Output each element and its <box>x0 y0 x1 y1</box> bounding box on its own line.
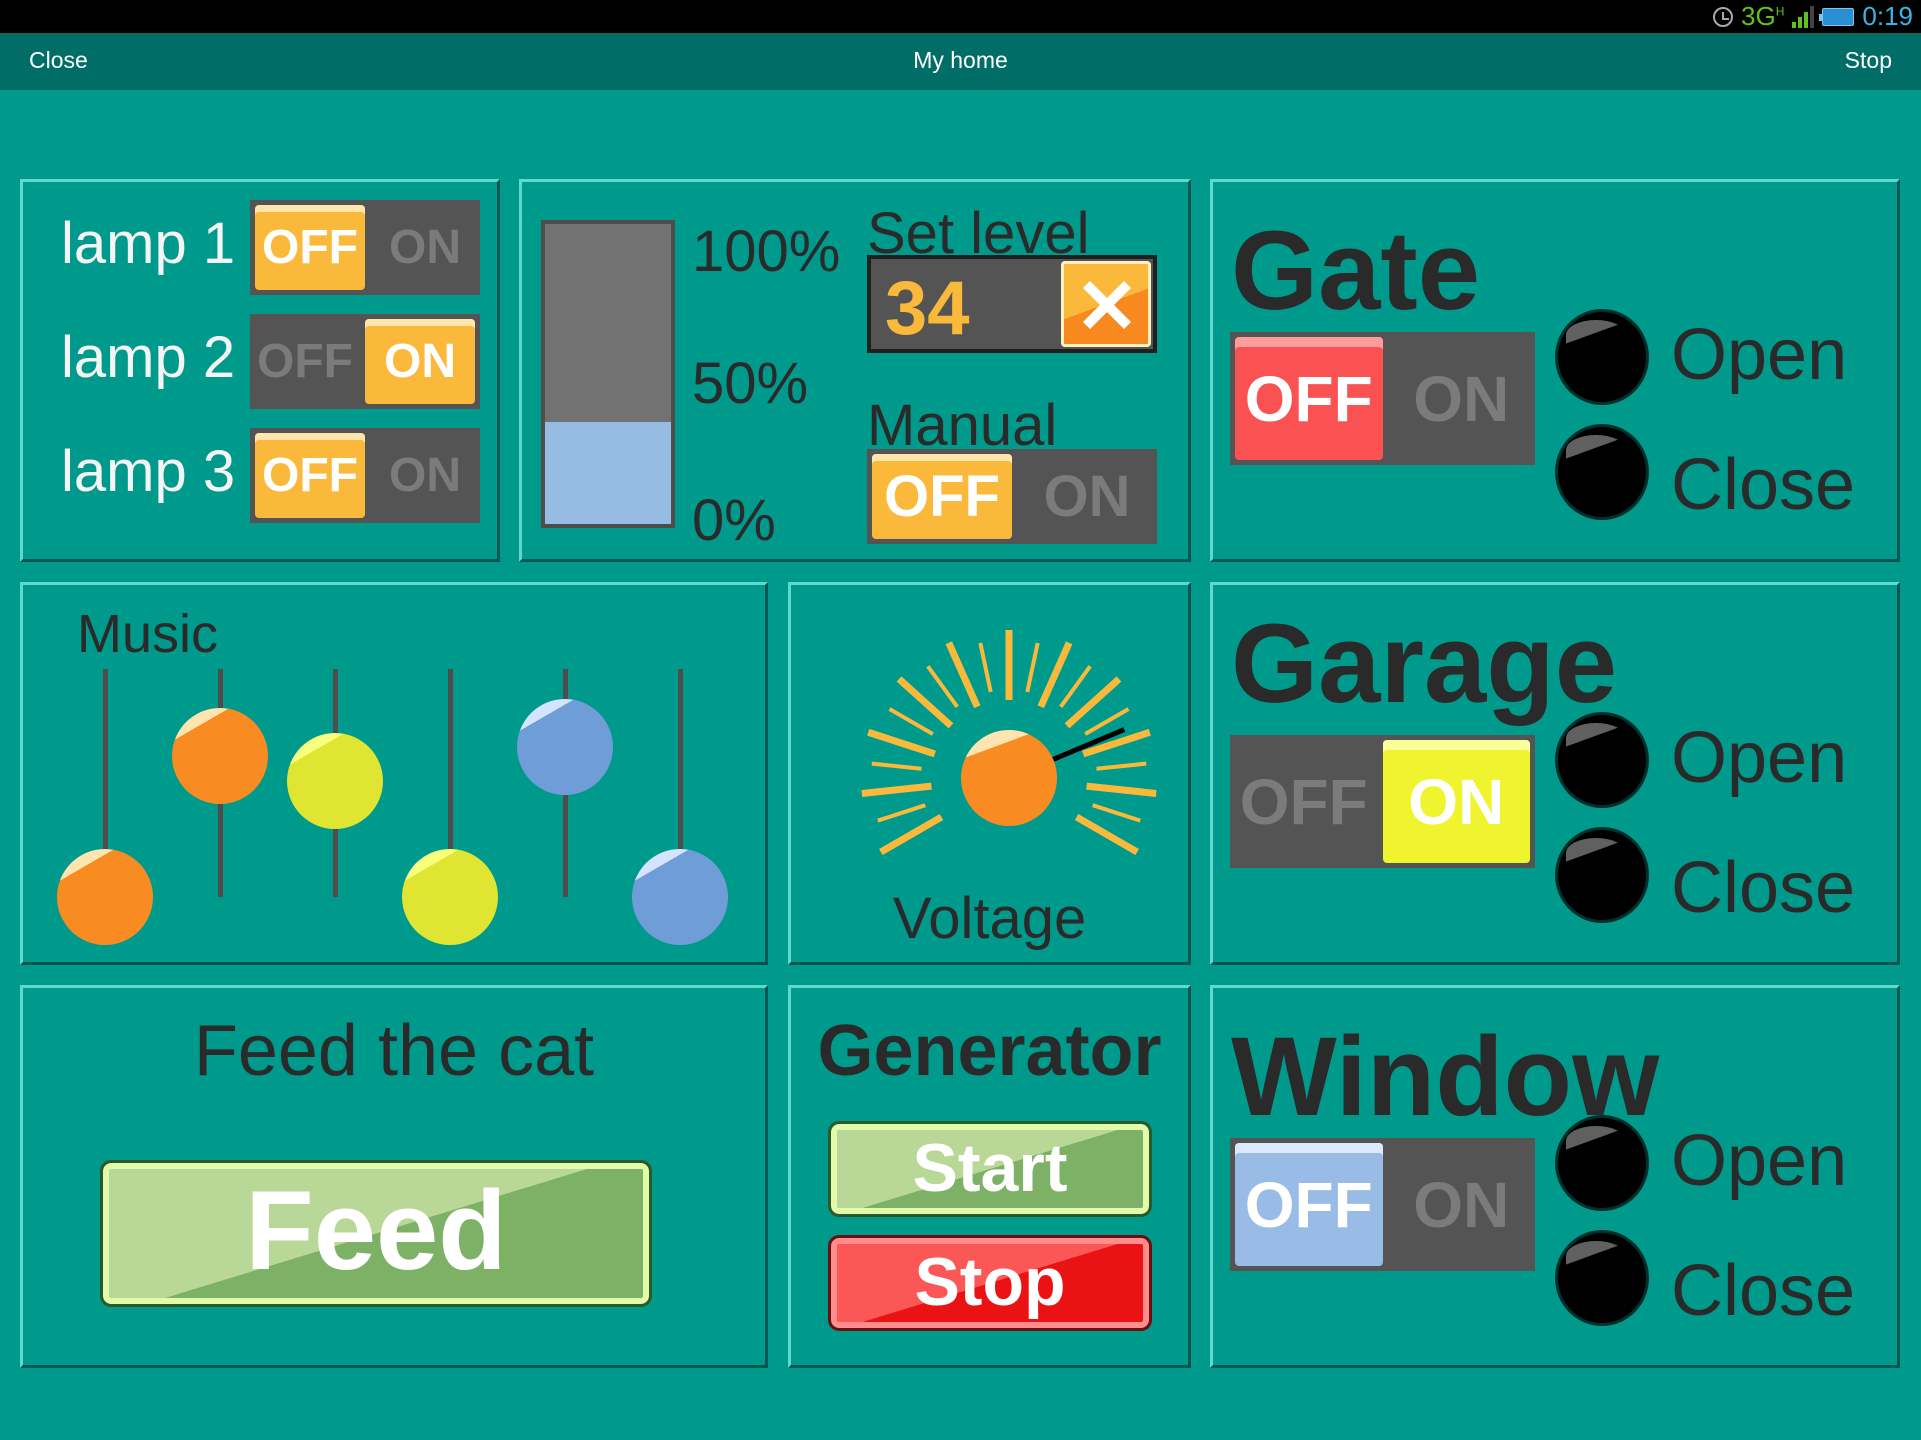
toggle-on[interactable]: ON <box>370 200 480 295</box>
garage-title: Garage <box>1231 601 1617 726</box>
slider-knob[interactable] <box>632 849 728 945</box>
toggle-on[interactable]: ON <box>1388 332 1536 465</box>
close-indicator-icon <box>1555 424 1649 520</box>
dial-tick <box>877 803 926 823</box>
dial-tick <box>1086 782 1157 797</box>
feed-panel: Feed the cat Feed <box>20 985 768 1368</box>
open-label: Open <box>1671 315 1848 395</box>
close-label: Close <box>1671 848 1856 928</box>
network-indicator: 3GH <box>1741 1 1785 31</box>
dial-tick <box>861 782 932 797</box>
slider-knob[interactable] <box>517 698 613 795</box>
lamp-label: lamp 2 <box>61 325 236 390</box>
toggle-on[interactable]: ON <box>365 319 475 404</box>
toggle-off[interactable]: OFF <box>1230 735 1378 868</box>
dial-tick <box>978 642 993 693</box>
gate-toggle[interactable]: OFF ON <box>1230 332 1535 465</box>
close-label: Close <box>1671 445 1856 525</box>
garage-toggle[interactable]: OFF ON <box>1230 735 1535 868</box>
gate-panel: Gate OFF ON Open Close <box>1210 179 1900 562</box>
dial-tick <box>1059 665 1092 708</box>
toggle-off[interactable]: OFF <box>250 314 360 409</box>
close-indicator-icon <box>1555 827 1649 923</box>
feed-button[interactable]: Feed <box>100 1160 652 1307</box>
dial-tick <box>888 707 934 736</box>
window-panel: Window OFF ON Open Close <box>1210 985 1900 1368</box>
slider-knob[interactable] <box>57 849 153 945</box>
dial-tick <box>945 641 981 709</box>
status-bar: 3GH 0:19 <box>0 0 1921 33</box>
slider-knob[interactable] <box>172 707 268 804</box>
lamp-label: lamp 3 <box>61 439 236 504</box>
close-indicator-icon <box>1555 1230 1649 1326</box>
lamp-label: lamp 1 <box>61 211 236 276</box>
dial-tick <box>867 728 936 758</box>
clock: 0:19 <box>1862 1 1913 31</box>
open-label: Open <box>1671 718 1848 798</box>
lamp-1-toggle[interactable]: OFF ON <box>250 200 480 295</box>
tick-50: 50% <box>692 351 809 416</box>
toggle-off[interactable]: OFF <box>255 433 365 518</box>
generator-title: Generator <box>817 1011 1162 1091</box>
dial-tick <box>871 761 922 771</box>
lamp-3-toggle[interactable]: OFF ON <box>250 428 480 523</box>
set-level-value: 34 <box>885 266 970 351</box>
music-title: Music <box>77 604 219 664</box>
open-indicator-icon <box>1555 1115 1649 1211</box>
music-panel: Music <box>20 582 768 965</box>
tick-0: 0% <box>692 488 776 553</box>
generator-stop-button[interactable]: Stop <box>828 1235 1152 1331</box>
dial-tick <box>1096 761 1147 771</box>
tick-100: 100% <box>692 219 841 284</box>
page-title: My home <box>913 47 1008 73</box>
dial-tick <box>1025 642 1040 693</box>
toggle-on[interactable]: ON <box>1017 449 1157 544</box>
slider-knob[interactable] <box>287 732 383 829</box>
dial-tick <box>1074 813 1139 856</box>
feed-title: Feed the cat <box>193 1011 595 1091</box>
generator-panel: Generator Start Stop <box>788 985 1191 1368</box>
generator-start-button[interactable]: Start <box>828 1121 1152 1217</box>
toggle-off[interactable]: OFF <box>872 454 1012 539</box>
toggle-on[interactable]: ON <box>1388 1138 1536 1271</box>
toggle-off[interactable]: OFF <box>1235 1143 1383 1266</box>
gate-title: Gate <box>1231 208 1480 333</box>
garage-panel: Garage OFF ON Open Close <box>1210 582 1900 965</box>
voltage-dial[interactable] <box>791 585 1188 885</box>
battery-icon <box>1819 7 1855 26</box>
title-bar: Close My home Stop <box>0 33 1921 90</box>
toggle-off[interactable]: OFF <box>255 205 365 290</box>
open-indicator-icon <box>1555 309 1649 405</box>
level-bar <box>541 220 675 528</box>
open-indicator-icon <box>1555 712 1649 808</box>
level-panel: 100% 50% 0% Set level 34 Manual OFF ON <box>519 179 1191 562</box>
clear-icon[interactable] <box>1061 261 1151 347</box>
dial-tick <box>879 813 944 856</box>
stop-button[interactable]: Stop <box>1845 47 1892 74</box>
dial-tick <box>1092 803 1141 823</box>
toggle-on[interactable]: ON <box>370 428 480 523</box>
set-level-input[interactable]: 34 <box>867 255 1157 353</box>
close-label: Close <box>1671 1251 1856 1331</box>
window-toggle[interactable]: OFF ON <box>1230 1138 1535 1271</box>
dial-tick <box>926 665 959 708</box>
signal-icon <box>1792 5 1815 28</box>
lamps-panel: lamp 1 OFF ON lamp 2 OFF ON lamp 3 OFF ON <box>20 179 500 562</box>
alarm-icon <box>1713 6 1734 27</box>
lamp-2-toggle[interactable]: OFF ON <box>250 314 480 409</box>
toggle-off[interactable]: OFF <box>1235 337 1383 460</box>
dial-tick <box>1037 641 1073 709</box>
manual-toggle[interactable]: OFF ON <box>867 449 1157 544</box>
voltage-label: Voltage <box>892 886 1087 951</box>
toggle-on[interactable]: ON <box>1382 740 1530 863</box>
open-label: Open <box>1671 1121 1848 1201</box>
level-fill <box>545 422 671 524</box>
voltage-panel: Voltage <box>788 582 1191 965</box>
slider-knob[interactable] <box>402 849 498 945</box>
